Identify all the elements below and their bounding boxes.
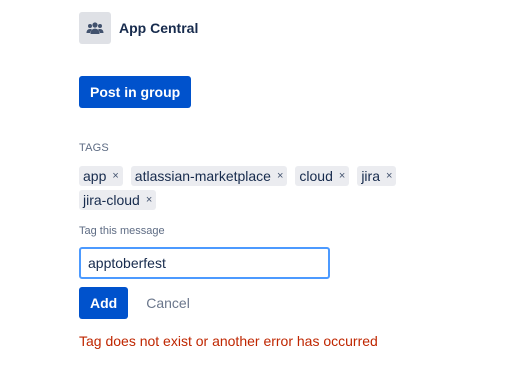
post-in-group-button[interactable]: Post in group	[79, 76, 192, 108]
tag-atlassian-marketplace[interactable]: atlassian-marketplace ×	[130, 166, 288, 186]
add-tag-button[interactable]: Add	[79, 287, 129, 319]
cancel-button[interactable]: Cancel	[136, 287, 200, 319]
tag-input[interactable]	[79, 247, 330, 279]
group-header: App Central	[79, 12, 198, 44]
remove-tag-icon[interactable]: ×	[146, 194, 152, 206]
group-name[interactable]: App Central	[119, 20, 198, 36]
remove-tag-icon[interactable]: ×	[386, 170, 392, 182]
tag-cloud[interactable]: cloud ×	[295, 166, 350, 186]
tag-list: app × atlassian-marketplace × cloud × ji…	[79, 166, 419, 210]
tag-jira-cloud[interactable]: jira-cloud ×	[79, 190, 157, 210]
tags-heading: TAGS	[79, 142, 109, 154]
tag-label: cloud	[299, 168, 333, 184]
remove-tag-icon[interactable]: ×	[339, 170, 345, 182]
tag-label: app	[83, 168, 107, 184]
error-message: Tag does not exist or another error has …	[79, 333, 378, 349]
tag-form-actions: Add Cancel	[79, 287, 200, 319]
tag-label: jira-cloud	[83, 192, 140, 208]
remove-tag-icon[interactable]: ×	[277, 170, 283, 182]
tag-label: jira	[361, 168, 380, 184]
remove-tag-icon[interactable]: ×	[112, 170, 118, 182]
tag-input-label: Tag this message	[79, 225, 165, 237]
tag-jira[interactable]: jira ×	[357, 166, 397, 186]
people-group-icon	[79, 12, 111, 44]
tag-app[interactable]: app ×	[79, 166, 123, 186]
tag-label: atlassian-marketplace	[134, 168, 271, 184]
